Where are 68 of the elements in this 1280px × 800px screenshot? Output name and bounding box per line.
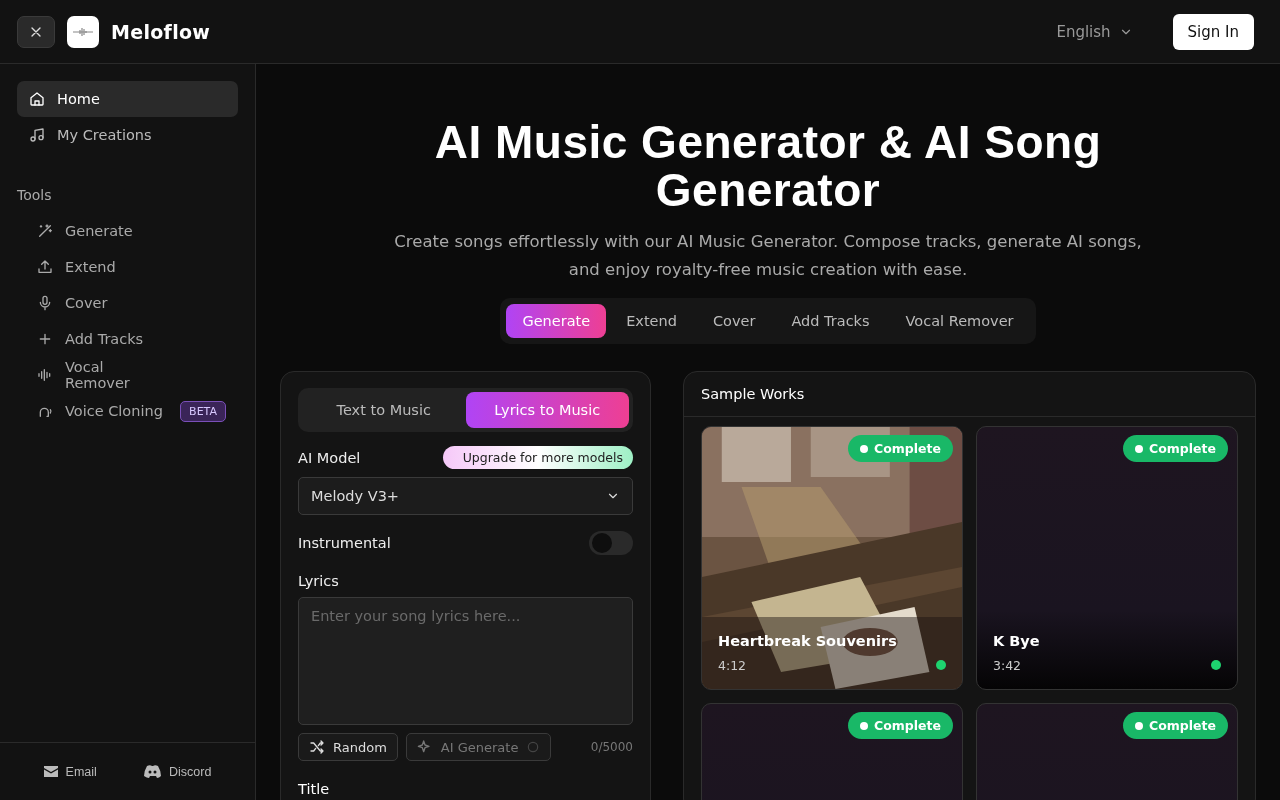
sidebar-item-label: Cover bbox=[65, 295, 109, 311]
microphone-icon bbox=[37, 295, 53, 311]
envelope-icon bbox=[43, 766, 58, 777]
status-badge: Complete bbox=[1123, 712, 1228, 739]
panel-heading: Sample Works bbox=[701, 386, 805, 402]
sidebar-item-label: Vocal Remover bbox=[65, 359, 131, 391]
status-dot bbox=[1211, 660, 1221, 670]
plus-icon bbox=[37, 331, 53, 347]
chat-controller-icon bbox=[144, 765, 161, 778]
sparkle-icon bbox=[416, 739, 433, 755]
upload-icon bbox=[37, 259, 53, 275]
discord-link[interactable]: Discord bbox=[138, 763, 218, 780]
model-select[interactable]: Melody V3+ bbox=[298, 477, 633, 515]
field-label: AI Model bbox=[298, 449, 361, 466]
field-label: Instrumental bbox=[298, 535, 391, 551]
status-badge: Complete bbox=[848, 435, 953, 462]
sidebar-item[interactable]: Add Tracks bbox=[17, 321, 238, 357]
status-badge: Complete bbox=[848, 712, 953, 739]
sidebar-item-label: Generate bbox=[65, 223, 134, 239]
field-label: Lyrics bbox=[298, 573, 340, 589]
page-subtitle: Create songs effortlessly with our AI Music Generator. Compose tracks, generate AI songs, and enjoy royalty-free music creation with ease. bbox=[393, 231, 1143, 281]
section-heading: Tools bbox=[17, 187, 53, 203]
language-select[interactable]: English bbox=[1050, 21, 1139, 42]
sidebar-item-label: Voice Cloning bbox=[65, 403, 164, 419]
song-title: Heartbreak Souvenirs bbox=[718, 633, 897, 649]
sidebar-item[interactable]: Vocal Remover bbox=[17, 357, 238, 393]
tool-tab[interactable]: Extend bbox=[610, 304, 693, 338]
close-button[interactable] bbox=[17, 15, 55, 48]
beta-badge: BETA bbox=[180, 400, 226, 422]
brand-name: Meloflow bbox=[111, 20, 211, 43]
shuffle-icon bbox=[309, 739, 325, 755]
magic-wand-icon bbox=[37, 223, 53, 239]
song-title: K Bye bbox=[993, 633, 1040, 649]
song-duration: 4:12 bbox=[718, 658, 747, 673]
tool-tab[interactable]: Vocal Remover bbox=[889, 304, 1030, 338]
sidebar-item-label: Extend bbox=[65, 259, 117, 275]
home-icon bbox=[29, 91, 45, 107]
logo-icon bbox=[67, 15, 99, 48]
song-duration: 3:42 bbox=[993, 658, 1022, 673]
instrumental-toggle[interactable] bbox=[589, 531, 633, 555]
random-button[interactable]: Random bbox=[298, 733, 398, 761]
ai-generate-button[interactable]: AI Generate bbox=[405, 733, 552, 761]
sidebar-item[interactable]: Cover bbox=[17, 285, 238, 321]
status-dot bbox=[936, 660, 946, 670]
song-card[interactable]: Complete Heartbreak Souvenirs 4:12 bbox=[701, 426, 963, 690]
sidebar-item[interactable]: Generate bbox=[17, 213, 238, 249]
sidebar-item-label: Add Tracks bbox=[65, 331, 145, 347]
tool-tab[interactable]: Cover bbox=[696, 304, 772, 338]
page-title: AI Music Generator & AI Song Generator bbox=[433, 118, 1103, 214]
sidebar-item[interactable]: My Creations bbox=[17, 117, 238, 153]
music-note-icon bbox=[29, 127, 45, 143]
upgrade-link[interactable]: Upgrade for more models bbox=[442, 446, 633, 469]
waveform-icon bbox=[37, 367, 53, 383]
sidebar-item[interactable]: Voice Cloning BETA bbox=[17, 393, 238, 429]
coin-icon bbox=[526, 740, 541, 754]
sign-in-button[interactable]: Sign In bbox=[1172, 13, 1254, 50]
lyrics-field[interactable]: Enter your song lyrics here... bbox=[298, 597, 633, 725]
mode-tab[interactable]: Lyrics to Music bbox=[465, 392, 629, 428]
mode-tab[interactable]: Text to Music bbox=[302, 392, 466, 428]
sidebar-item[interactable]: Home bbox=[17, 81, 238, 117]
tool-tab[interactable]: Generate bbox=[506, 304, 607, 338]
email-link[interactable]: Email bbox=[37, 763, 103, 780]
field-label: Title bbox=[298, 781, 331, 797]
character-counter: 0/5000 bbox=[590, 740, 633, 754]
song-card[interactable]: Complete K Bye 3:42 bbox=[976, 426, 1238, 690]
tool-tab[interactable]: Add Tracks bbox=[775, 304, 886, 338]
status-badge: Complete bbox=[1123, 435, 1228, 462]
sidebar-item[interactable]: Extend bbox=[17, 249, 238, 285]
